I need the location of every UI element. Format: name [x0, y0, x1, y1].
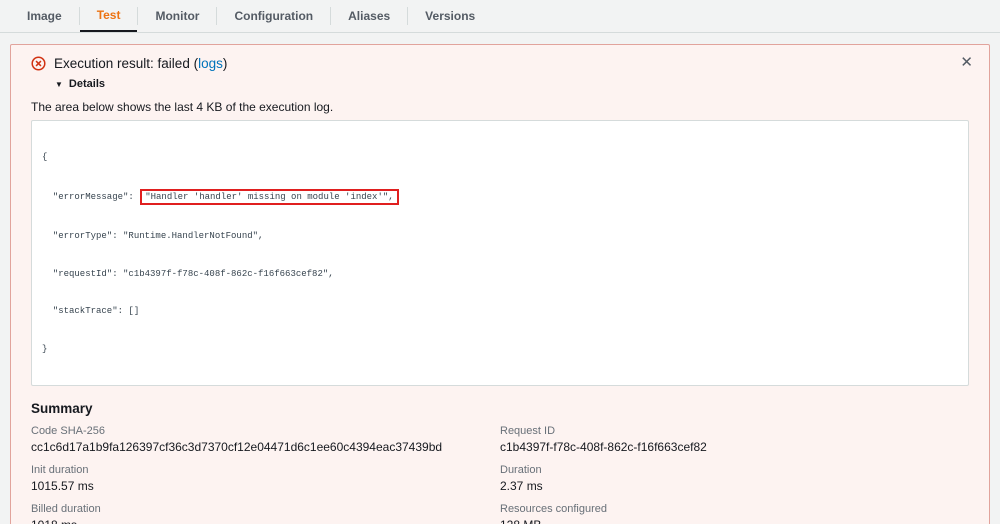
field-label: Billed duration — [31, 503, 500, 515]
logs-link[interactable]: logs — [198, 56, 223, 71]
field-value: cc1c6d17a1b9fa126397cf36c3d7370cf12e0447… — [31, 440, 500, 454]
field-init-duration: Init duration 1015.57 ms — [31, 464, 500, 493]
field-value: c1b4397f-f78c-408f-862c-f16f663cef82 — [500, 440, 969, 454]
summary-right-column: Request ID c1b4397f-f78c-408f-862c-f16f6… — [500, 425, 969, 524]
execution-log-line-request-id: "requestId": "c1b4397f-f78c-408f-862c-f1… — [42, 268, 958, 281]
execution-log-line: { — [42, 151, 958, 164]
tab-test[interactable]: Test — [80, 0, 138, 32]
details-label: Details — [69, 78, 105, 90]
field-billed-duration: Billed duration 1018 ms — [31, 503, 500, 524]
field-label: Code SHA-256 — [31, 425, 500, 437]
tab-versions-label: Versions — [425, 9, 475, 23]
alert-title: Execution result: failed (logs) — [54, 56, 227, 71]
tab-configuration-label: Configuration — [234, 9, 313, 23]
function-tabbar: Image Test Monitor Configuration Aliases… — [0, 0, 1000, 33]
error-message-highlight-annotation: "Handler 'handler' missing on module 'in… — [140, 189, 398, 206]
alert-title-prefix: Execution result: failed ( — [54, 56, 198, 71]
field-value: 2.37 ms — [500, 479, 969, 493]
field-resources-configured: Resources configured 128 MB — [500, 503, 969, 524]
tab-test-label: Test — [97, 8, 121, 22]
tab-configuration[interactable]: Configuration — [217, 0, 330, 32]
tab-aliases-label: Aliases — [348, 9, 390, 23]
summary-grid: Code SHA-256 cc1c6d17a1b9fa126397cf36c3d… — [31, 425, 969, 524]
caret-down-icon: ▼ — [55, 80, 63, 89]
field-value: 128 MB — [500, 518, 969, 524]
tab-versions[interactable]: Versions — [408, 0, 492, 32]
field-label: Duration — [500, 464, 969, 476]
field-value: 1018 ms — [31, 518, 500, 524]
field-label: Init duration — [31, 464, 500, 476]
error-icon — [31, 56, 46, 71]
execution-log-line-error-message: "errorMessage": "Handler 'handler' missi… — [42, 189, 958, 206]
summary-left-column: Code SHA-256 cc1c6d17a1b9fa126397cf36c3d… — [31, 425, 500, 524]
field-duration: Duration 2.37 ms — [500, 464, 969, 493]
tab-image-label: Image — [27, 9, 62, 23]
close-icon[interactable]: ✕ — [960, 55, 973, 70]
field-value: 1015.57 ms — [31, 479, 500, 493]
execution-log-line: } — [42, 343, 958, 356]
summary-heading: Summary — [31, 401, 969, 416]
field-label: Resources configured — [500, 503, 969, 515]
execution-log-block: { "errorMessage": "Handler 'handler' mis… — [31, 120, 969, 386]
alert-title-suffix: ) — [223, 56, 228, 71]
tab-aliases[interactable]: Aliases — [331, 0, 407, 32]
execution-log-line-error-type: "errorType": "Runtime.HandlerNotFound", — [42, 230, 958, 243]
field-label: Request ID — [500, 425, 969, 437]
details-toggle[interactable]: ▼ Details — [55, 78, 969, 90]
tab-monitor-label: Monitor — [155, 9, 199, 23]
error-message-key: "errorMessage": — [42, 192, 139, 202]
execution-log-intro: The area below shows the last 4 KB of th… — [31, 100, 969, 114]
execution-log-line-stack-trace: "stackTrace": [] — [42, 305, 958, 318]
field-request-id: Request ID c1b4397f-f78c-408f-862c-f16f6… — [500, 425, 969, 454]
tab-monitor[interactable]: Monitor — [138, 0, 216, 32]
tab-image[interactable]: Image — [10, 0, 79, 32]
execution-result-alert: ✕ Execution result: failed (logs) ▼ Deta… — [10, 44, 990, 524]
field-code-sha-256: Code SHA-256 cc1c6d17a1b9fa126397cf36c3d… — [31, 425, 500, 454]
alert-header: Execution result: failed (logs) — [31, 56, 969, 71]
